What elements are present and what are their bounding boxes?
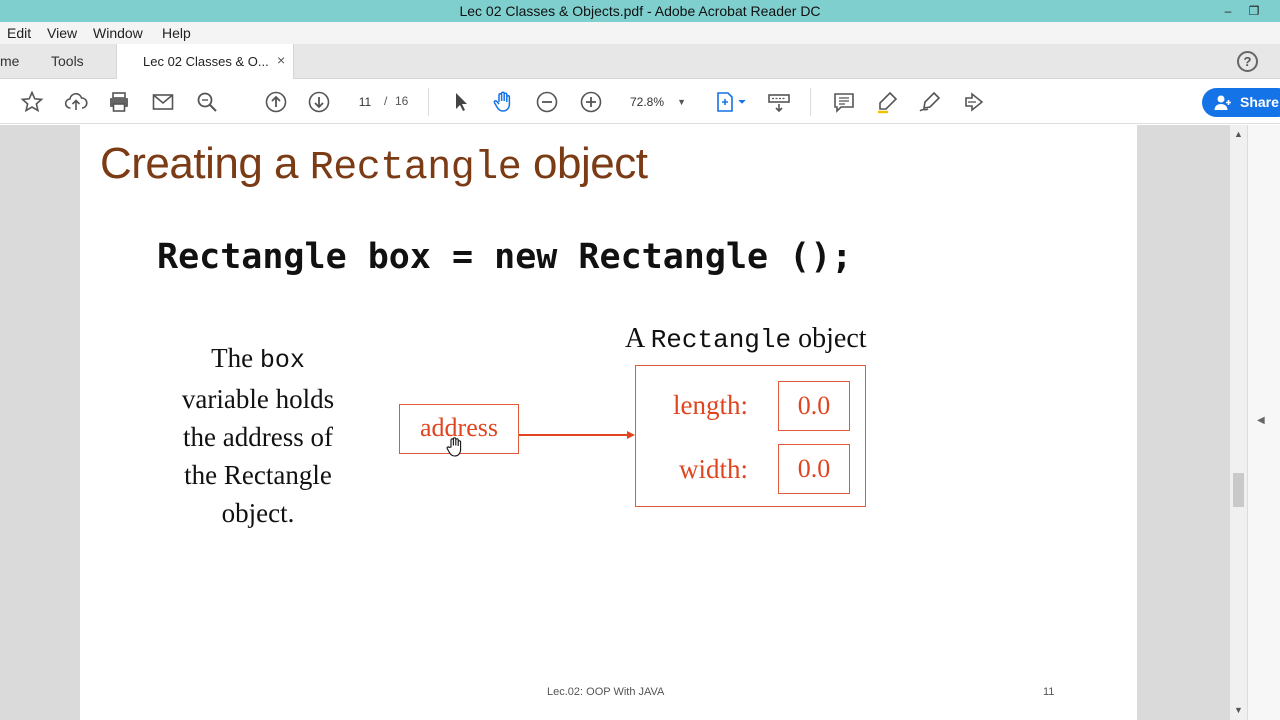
menu-view[interactable]: View: [47, 25, 77, 41]
slide-title: Creating a Rectangle object: [100, 139, 648, 191]
scroll-down-icon[interactable]: ▼: [1234, 705, 1243, 715]
rectangle-object-box: length: 0.0 width: 0.0: [635, 365, 866, 507]
page-up-icon[interactable]: [264, 90, 288, 114]
desc-text: The: [211, 343, 260, 373]
right-pane: ◀: [1247, 125, 1280, 720]
person-add-icon: [1214, 95, 1231, 110]
chevron-down-icon: ▼: [677, 97, 686, 107]
expand-pane-icon[interactable]: ◀: [1257, 415, 1265, 426]
zoom-in-icon[interactable]: [579, 90, 603, 114]
caption-part2: object: [791, 323, 867, 354]
highlight-icon[interactable]: [875, 90, 899, 114]
search-icon[interactable]: [195, 90, 219, 114]
page-number-input[interactable]: 11: [350, 92, 380, 112]
share-button[interactable]: Share: [1202, 88, 1280, 117]
sign-icon[interactable]: [918, 90, 942, 114]
slide-title-part2: object: [521, 139, 648, 188]
desc-line: variable holds: [181, 384, 335, 414]
vertical-scrollbar[interactable]: ▲ ▼: [1230, 125, 1247, 720]
menu-bar: Edit View Window Help: [0, 22, 1280, 44]
document-area[interactable]: Creating a Rectangle object Rectangle bo…: [0, 125, 1230, 720]
tab-bar: me Tools Lec 02 Classes & O... × ?: [0, 44, 1280, 113]
email-icon[interactable]: [151, 90, 175, 114]
restore-button[interactable]: ❐: [1241, 0, 1267, 22]
menu-window[interactable]: Window: [93, 25, 143, 41]
more-tools-icon[interactable]: [962, 90, 986, 114]
width-value: 0.0: [778, 444, 850, 494]
minimize-button[interactable]: –: [1215, 0, 1241, 22]
window-titlebar: Lec 02 Classes & Objects.pdf - Adobe Acr…: [0, 0, 1280, 22]
upload-icon[interactable]: [64, 90, 88, 114]
desc-line: the address of: [183, 422, 333, 452]
scroll-thumb[interactable]: [1233, 473, 1244, 507]
window-title: Lec 02 Classes & Objects.pdf - Adobe Acr…: [459, 3, 821, 19]
caption-part1: A: [625, 323, 651, 354]
hand-tool-icon[interactable]: [491, 90, 515, 114]
desc-mono: box: [259, 346, 305, 375]
slide-footer: Lec.02: OOP With JAVA: [547, 686, 665, 698]
desc-line: the Rectangle: [184, 460, 332, 490]
width-label: width:: [679, 454, 749, 484]
fit-page-icon[interactable]: [714, 90, 748, 114]
desc-line: The box: [138, 339, 378, 380]
desc-line: object.: [221, 498, 295, 528]
zoom-value: 72.8%: [630, 95, 665, 109]
slide-title-part1: Creating a: [100, 139, 310, 188]
page-separator: /: [384, 94, 388, 108]
star-icon[interactable]: [20, 90, 44, 114]
code-statement: Rectangle box = new Rectangle ();: [157, 237, 853, 277]
pdf-page[interactable]: Creating a Rectangle object Rectangle bo…: [80, 125, 1137, 720]
rectangle-caption: A Rectangle object: [625, 323, 867, 355]
tab-tools[interactable]: Tools: [51, 53, 84, 69]
slide-page-number: 11: [1043, 686, 1055, 698]
page-total: 16: [395, 94, 409, 108]
hand-cursor-icon: [446, 437, 462, 457]
tab-home[interactable]: me: [0, 53, 19, 69]
comment-icon[interactable]: [832, 90, 856, 114]
length-value: 0.0: [778, 381, 850, 431]
length-label: length:: [673, 390, 748, 420]
select-pointer-icon[interactable]: [449, 90, 473, 114]
tab-document[interactable]: Lec 02 Classes & O... ×: [116, 44, 294, 79]
scroll-mode-icon[interactable]: [767, 90, 791, 114]
close-tab-icon[interactable]: ×: [277, 52, 285, 68]
share-label: Share: [1240, 94, 1279, 110]
zoom-dropdown[interactable]: 72.8% ▼: [622, 92, 692, 112]
slide-title-mono: Rectangle: [309, 146, 522, 191]
toolbar: 11 / 16 72.8% ▼ Share: [0, 80, 1280, 124]
menu-help[interactable]: Help: [162, 25, 191, 41]
help-icon[interactable]: ?: [1237, 51, 1258, 72]
scroll-up-icon[interactable]: ▲: [1234, 129, 1243, 139]
caption-mono: Rectangle: [650, 325, 792, 355]
page-down-icon[interactable]: [307, 90, 331, 114]
print-icon[interactable]: [107, 90, 131, 114]
menu-edit[interactable]: Edit: [7, 25, 31, 41]
toolbar-divider: [428, 88, 429, 116]
reference-arrow: [519, 431, 635, 439]
variable-description: The box variable holds the address of th…: [138, 339, 378, 532]
zoom-out-icon[interactable]: [535, 90, 559, 114]
toolbar-divider: [810, 88, 811, 116]
tab-document-label: Lec 02 Classes & O...: [143, 54, 269, 69]
